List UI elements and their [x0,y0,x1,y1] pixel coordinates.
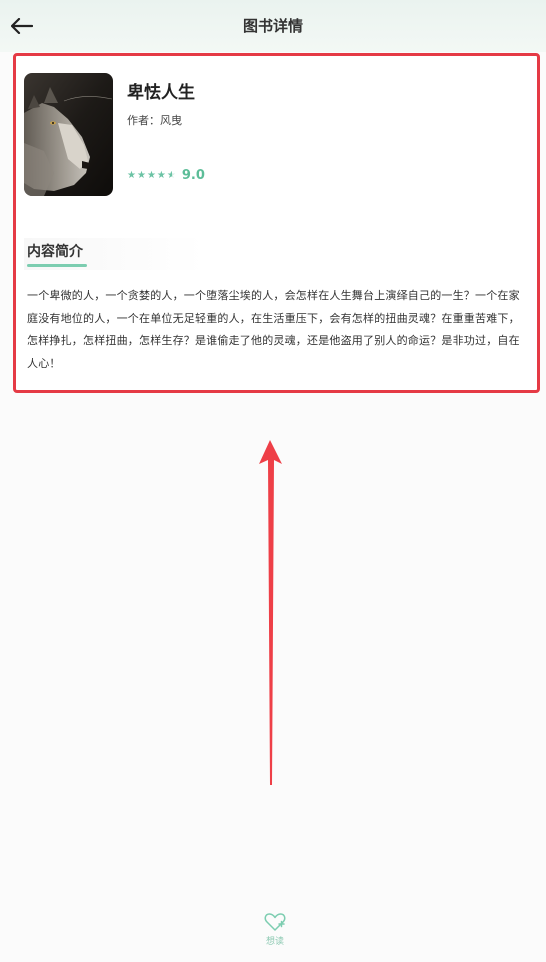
star-icon: ★ [136,169,146,181]
rating-score: 9.0 [181,168,205,183]
heart-plus-icon [264,913,286,931]
want-read-button[interactable]: 想读 [255,912,295,947]
book-author: 作者：风曳 [127,114,182,127]
star-icon: ★ [127,169,136,181]
synopsis-header: 内容简介 [24,238,204,270]
star-icon: ★ [156,169,166,181]
synopsis-underline [27,264,87,267]
rating-stars: ★ ★ ★ ★ ★ [127,169,176,181]
book-rating: ★ ★ ★ ★ ★ 9.0 [127,168,205,183]
swipe-up-arrow-icon [259,440,282,785]
half-star-icon: ★ [166,169,176,181]
want-read-label: 想读 [265,937,284,947]
star-icon: ★ [146,169,156,181]
page-title: 图书详情 [242,17,303,35]
synopsis-title: 内容简介 [27,244,83,260]
wolf-image [24,73,113,196]
book-title: 卑怯人生 [127,83,195,103]
app-bar: 图书详情 [0,0,546,52]
book-cover[interactable] [24,73,113,196]
synopsis-text: 一个卑微的人，一个贪婪的人，一个堕落尘埃的人，会怎样在人生舞台上演绎自己的一生？… [27,289,520,370]
